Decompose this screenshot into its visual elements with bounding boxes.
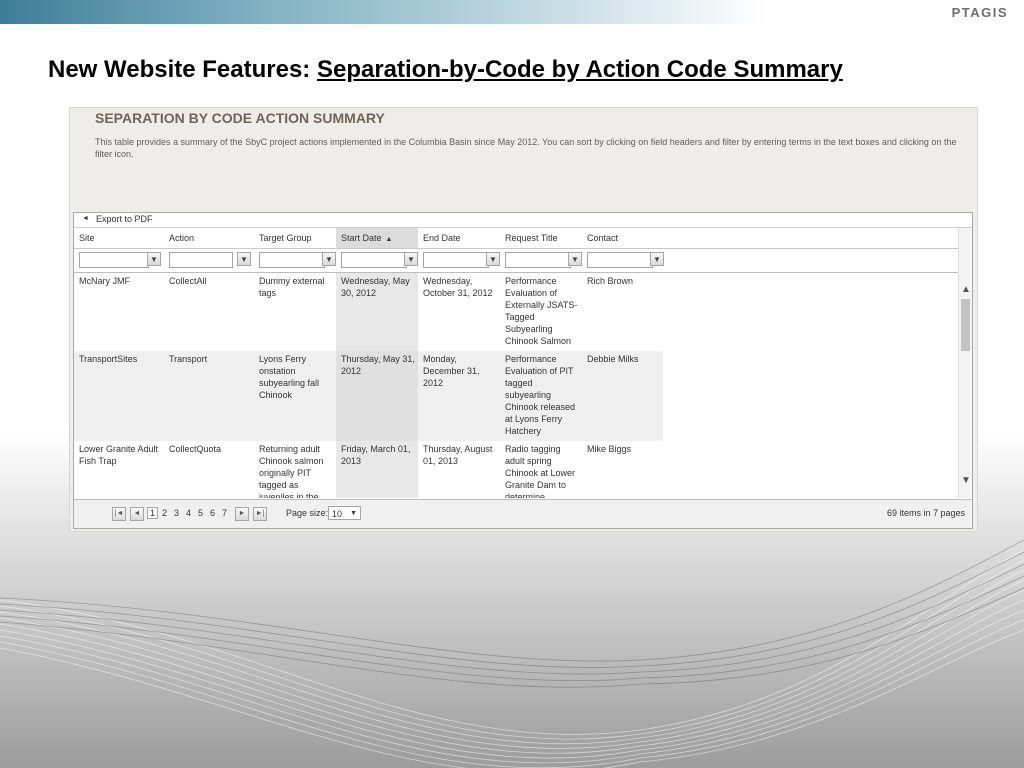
slide-title: New Website Features: Separation-by-Code… (48, 56, 843, 84)
page-size-select[interactable]: 10 ▼ (328, 506, 361, 520)
filter-row: ▼ ▼ ▼ ▼ ▼ ▼ ▼ (74, 249, 958, 273)
vertical-scrollbar[interactable]: ▲ ▼ (958, 228, 972, 498)
page-number[interactable]: 2 (162, 508, 167, 518)
filter-icon[interactable]: ▼ (404, 252, 418, 266)
filter-input-start-date[interactable] (341, 252, 407, 268)
filter-icon[interactable]: ▼ (568, 252, 582, 266)
grid-pager: |◄ ◄ 1 2 3 4 5 6 7 ► ►| Page size: 10 ▼ 6… (74, 499, 972, 528)
column-header-target-group[interactable]: Target Group (254, 228, 336, 248)
scroll-up-icon[interactable]: ▲ (961, 284, 971, 295)
cell-target-group: Returning adult Chinook salmon originall… (259, 444, 324, 498)
grid-body: McNary JMF CollectAll Dummy external tag… (74, 273, 958, 498)
column-header-end-date[interactable]: End Date (418, 228, 500, 248)
data-grid: ◄ Export to PDF Site Action Target Group… (73, 212, 973, 529)
column-header-start-date-label: Start Date (341, 233, 382, 243)
grid-header: Site Action Target Group Start Date ▲ End… (74, 228, 958, 249)
page-number[interactable]: 4 (186, 508, 191, 518)
arrow-icon: ◄ (82, 215, 89, 222)
cell-start-date: Wednesday, May 30, 2012 (341, 276, 410, 298)
filter-input-site[interactable] (79, 252, 149, 268)
table-row[interactable]: Lower Granite Adult Fish Trap CollectQuo… (74, 441, 663, 498)
column-header-start-date[interactable]: Start Date ▲ (336, 228, 418, 248)
cell-contact: Rich Brown (587, 276, 634, 286)
panel-description: This table provides a summary of the Sby… (95, 137, 957, 159)
slide-title-main: Separation-by-Code by Action Code Summar… (316, 56, 843, 83)
filter-input-action[interactable] (169, 252, 233, 268)
page-number[interactable]: 3 (174, 508, 179, 518)
cell-action: CollectQuota (169, 444, 222, 454)
decorative-wave-lines (0, 539, 1024, 768)
scrollbar-thumb[interactable] (961, 299, 970, 351)
filter-input-contact[interactable] (587, 252, 653, 268)
export-to-pdf-link[interactable]: Export to PDF (96, 214, 153, 224)
column-header-contact[interactable]: Contact (582, 228, 664, 248)
pager-summary: 69 items in 7 pages (886, 508, 965, 518)
page-number[interactable]: 5 (198, 508, 203, 518)
cell-end-date: Monday, December 31, 2012 (423, 354, 480, 388)
cell-request-title: Radio tagging adult spring Chinook at Lo… (505, 444, 576, 498)
filter-input-target-group[interactable] (259, 252, 325, 268)
filter-icon[interactable]: ▼ (650, 252, 664, 266)
page-number[interactable]: 6 (210, 508, 215, 518)
filter-icon[interactable]: ▼ (237, 252, 251, 266)
cell-request-title: Performance Evaluation of PIT tagged sub… (505, 354, 576, 436)
cell-end-date: Thursday, August 01, 2013 (423, 444, 493, 466)
page-number-current[interactable]: 1 (147, 507, 159, 519)
slide-title-prefix: New Website Features: (48, 56, 317, 83)
filter-input-end-date[interactable] (423, 252, 489, 268)
header-gradient-bar (0, 0, 1024, 24)
column-header-site[interactable]: Site (74, 228, 164, 248)
cell-request-title: Performance Evaluation of Externally JSA… (505, 276, 578, 346)
cell-action: CollectAll (169, 276, 207, 286)
cell-target-group: Dummy external tags (259, 276, 325, 298)
cell-action: Transport (169, 354, 208, 364)
filter-input-request-title[interactable] (505, 252, 571, 268)
table-row[interactable]: TransportSites Transport Lyons Ferry ons… (74, 351, 663, 441)
last-page-icon[interactable]: ►| (253, 507, 267, 521)
first-page-icon[interactable]: |◄ (112, 507, 126, 521)
cell-contact: Debbie Milks (587, 354, 639, 364)
filter-icon[interactable]: ▼ (147, 252, 161, 266)
cell-site: Lower Granite Adult Fish Trap (79, 444, 159, 466)
cell-target-group: Lyons Ferry onstation subyearling fall C… (259, 354, 320, 400)
filter-icon[interactable]: ▼ (486, 252, 500, 266)
page-size-label: Page size: (286, 508, 329, 518)
summary-panel: SEPARATION BY CODE ACTION SUMMARY This t… (69, 107, 978, 532)
cell-start-date: Thursday, May 31, 2012 (341, 354, 415, 376)
cell-start-date: Friday, March 01, 2013 (341, 444, 411, 466)
grid-toolbar: ◄ Export to PDF (74, 213, 972, 228)
scroll-down-icon[interactable]: ▼ (961, 475, 971, 486)
filter-icon[interactable]: ▼ (322, 252, 336, 266)
column-header-request-title[interactable]: Request Title (500, 228, 582, 248)
page-size-value: 10 (332, 509, 343, 519)
ptagis-logo: PTAGIS (951, 5, 1008, 20)
cell-site: TransportSites (79, 354, 138, 364)
cell-site: McNary JMF (79, 276, 130, 286)
panel-heading: SEPARATION BY CODE ACTION SUMMARY (95, 110, 385, 126)
table-row[interactable]: McNary JMF CollectAll Dummy external tag… (74, 273, 663, 351)
cell-contact: Mike Biggs (587, 444, 632, 454)
cell-end-date: Wednesday, October 31, 2012 (423, 276, 493, 298)
column-header-action[interactable]: Action (164, 228, 254, 248)
previous-page-icon[interactable]: ◄ (130, 507, 144, 521)
chevron-down-icon: ▼ (350, 510, 357, 517)
page-number[interactable]: 7 (222, 508, 227, 518)
sort-ascending-icon: ▲ (385, 236, 393, 243)
next-page-icon[interactable]: ► (235, 507, 249, 521)
